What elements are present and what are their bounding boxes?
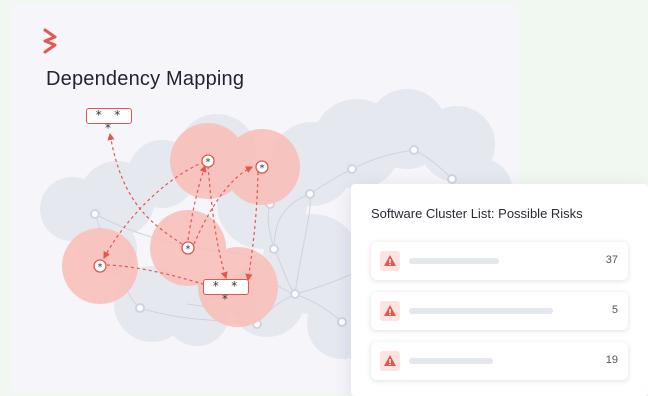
node-symbol: * bbox=[259, 163, 265, 174]
warning-icon bbox=[380, 351, 400, 371]
risk-bar bbox=[409, 258, 499, 264]
masked-node-label-top: * * * bbox=[86, 108, 132, 135]
risk-count: 37 bbox=[605, 254, 618, 266]
risk-row[interactable]: 5 bbox=[371, 292, 628, 330]
risk-cluster-panel: Software Cluster List: Possible Risks 37… bbox=[351, 184, 648, 396]
risk-row[interactable]: 19 bbox=[371, 342, 628, 380]
node-symbol: * bbox=[185, 244, 191, 255]
risk-bar bbox=[409, 358, 493, 364]
risk-bar bbox=[409, 308, 553, 314]
masked-node-label-bottom: * * * bbox=[203, 279, 249, 306]
risk-count: 5 bbox=[611, 304, 618, 316]
warning-icon bbox=[380, 251, 400, 271]
warning-icon bbox=[380, 301, 400, 321]
panel-title: Software Cluster List: Possible Risks bbox=[371, 206, 583, 221]
risk-count: 19 bbox=[605, 354, 618, 366]
node-symbol: * bbox=[97, 262, 103, 273]
risk-row[interactable]: 37 bbox=[371, 242, 628, 280]
node-symbol: * bbox=[205, 157, 211, 168]
